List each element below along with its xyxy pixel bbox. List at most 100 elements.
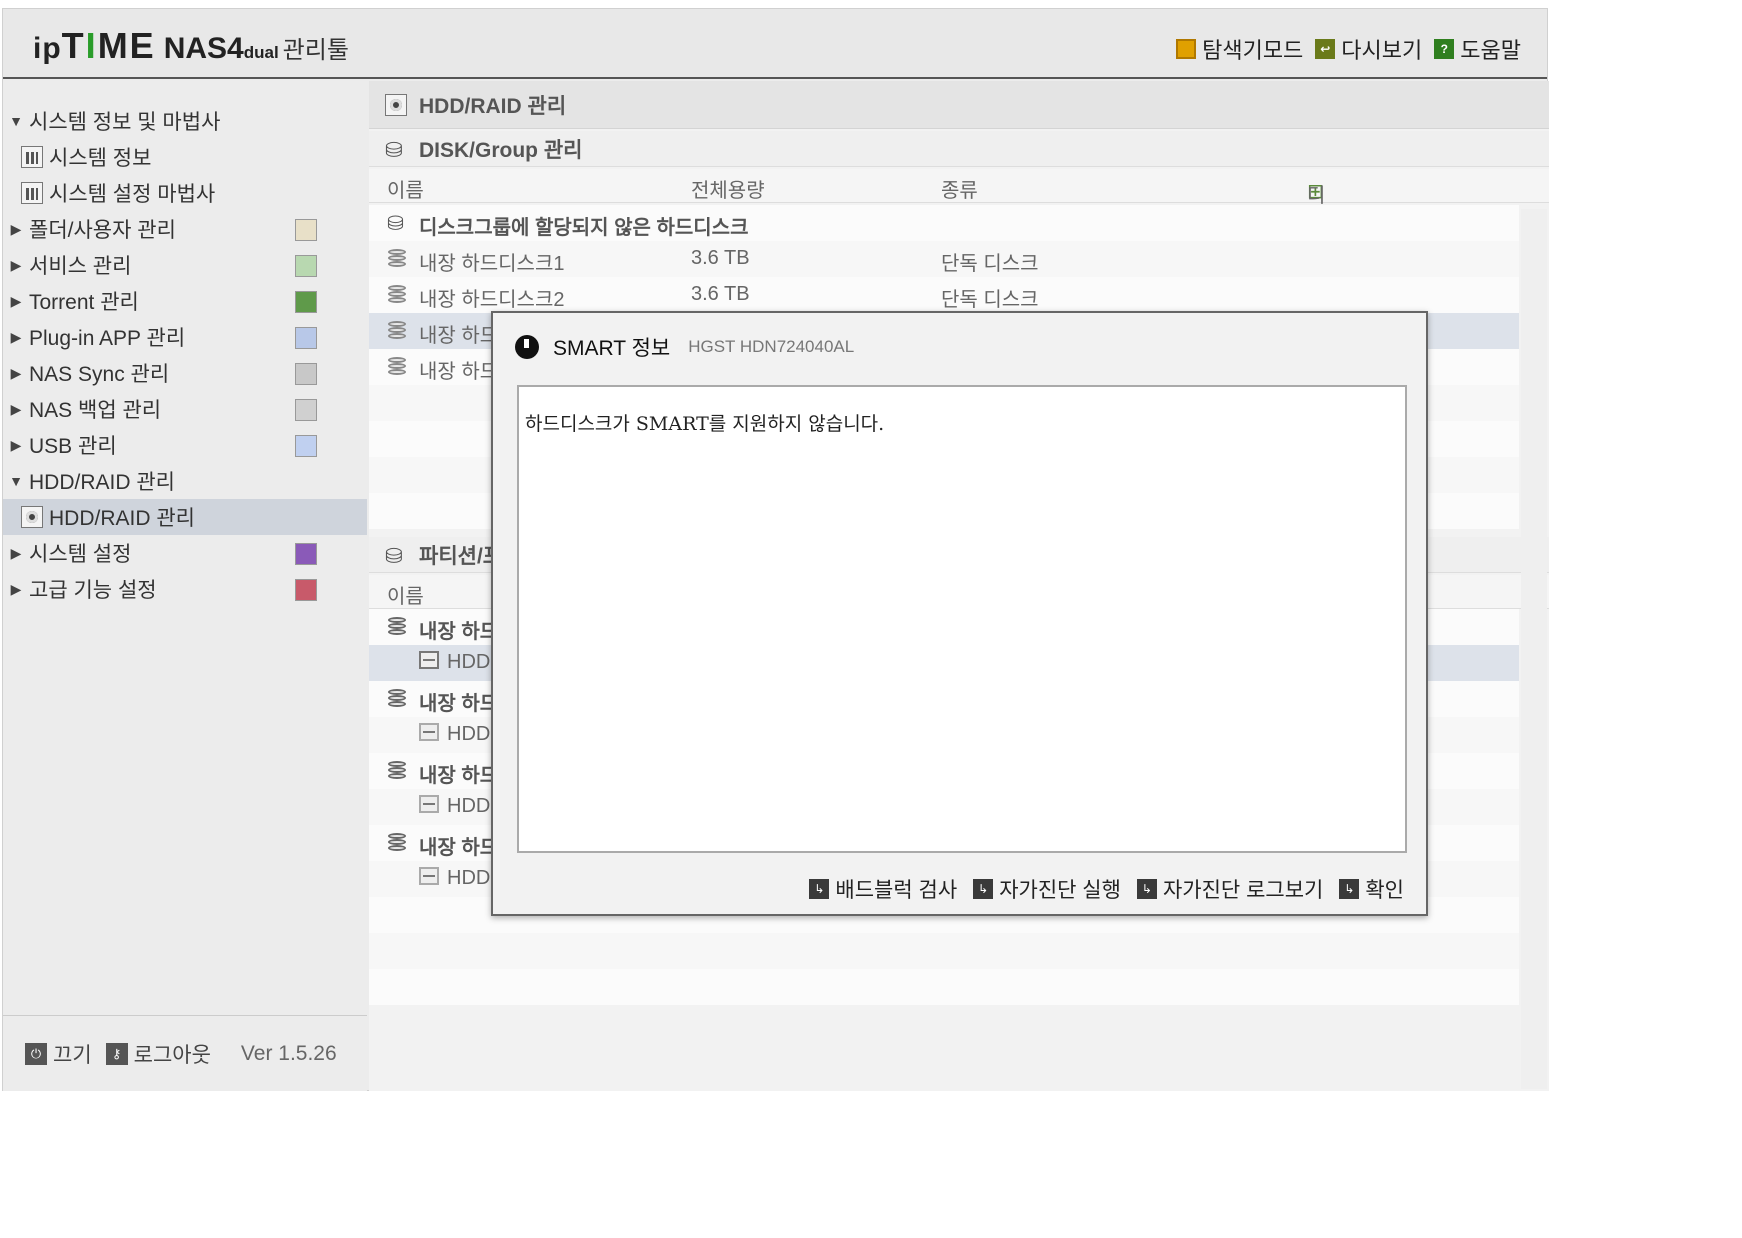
page-title-text: HDD/RAID 관리: [419, 94, 567, 118]
cloud-sync-icon: [295, 363, 317, 385]
caret-right-icon: ▶: [10, 544, 22, 561]
folder-user-icon: [295, 219, 317, 241]
sidebar-item-label: Plug-in APP 관리: [29, 327, 186, 350]
logo-time: TIME: [61, 25, 156, 66]
sidebar-item-label: 서비스 관리: [29, 255, 132, 278]
bad-block-scan-button[interactable]: ↳ 배드블럭 검사: [809, 874, 957, 904]
caret-right-icon: ▶: [10, 400, 22, 417]
empty-row: [369, 933, 1519, 969]
disk-icon: [387, 689, 407, 709]
sidebar-item-label: HDD/RAID 관리: [29, 471, 175, 494]
sidebar-item-system-info[interactable]: 시스템 정보: [3, 139, 367, 175]
service-icon: [295, 255, 317, 277]
help-icon: ?: [1434, 39, 1455, 59]
disk-name: 내장 하드디스크2: [419, 289, 565, 311]
caret-right-icon: ▶: [10, 328, 22, 345]
partition-group-label: 내장 하드: [419, 765, 499, 787]
table-row[interactable]: 내장 하드디스크2 3.6 TB 단독 디스크: [369, 277, 1519, 313]
scrollbar[interactable]: [1521, 209, 1547, 1089]
logo-dual: dual: [243, 43, 279, 62]
disk-icon: [387, 321, 407, 341]
disk-type: 단독 디스크: [941, 289, 1039, 311]
disk-name: 내장 하드: [419, 325, 499, 347]
disk-name: 내장 하드디스크1: [419, 253, 565, 275]
caret-right-icon: ▶: [10, 292, 22, 309]
col-name: 이름: [387, 586, 424, 608]
help-link[interactable]: ? 도움말: [1434, 33, 1521, 65]
sidebar-item-system-settings[interactable]: ▶ 시스템 설정: [3, 535, 367, 571]
disk-icon: [387, 761, 407, 781]
sidebar-item-label: NAS Sync 관리: [29, 363, 170, 386]
dialog-header: SMART 정보 HGST HDN724040AL: [493, 313, 1426, 381]
version-text: Ver 1.5.26: [240, 1041, 337, 1065]
caret-right-icon: ▶: [10, 220, 22, 237]
dialog-content: 하드디스크가 SMART를 지원하지 않습니다.: [517, 385, 1407, 853]
power-off-label: 끄기: [53, 1043, 92, 1067]
help-label: 도움말: [1460, 38, 1521, 63]
sidebar-item-usb[interactable]: ▶ USB 관리: [3, 427, 367, 463]
col-name: 이름: [387, 180, 424, 202]
sidebar-item-nas-sync[interactable]: ▶ NAS Sync 관리: [3, 355, 367, 391]
sidebar-item-label: 고급 기능 설정: [29, 579, 157, 602]
table-row[interactable]: 내장 하드디스크1 3.6 TB 단독 디스크: [369, 241, 1519, 277]
hdd-icon: [419, 651, 439, 669]
smart-info-dialog: SMART 정보 HGST HDN724040AL 하드디스크가 SMART를 …: [491, 311, 1428, 916]
sidebar-item-nas-backup[interactable]: ▶ NAS 백업 관리: [3, 391, 367, 427]
partition-item-label: HDD: [447, 795, 491, 817]
sidebar-item-label: 시스템 정보: [49, 147, 152, 170]
sidebar-item-system-info-wizard[interactable]: ▼ 시스템 정보 및 마법사: [3, 103, 367, 139]
self-test-log-label: 자가진단 로그보기: [1162, 879, 1324, 902]
logo-ip: ip: [33, 32, 62, 65]
self-test-button[interactable]: ↳ 자가진단 실행: [973, 874, 1121, 904]
sidebar-item-label: 시스템 정보 및 마법사: [29, 111, 221, 134]
torrent-icon: [295, 291, 317, 313]
refresh-link[interactable]: ↩ 다시보기: [1315, 33, 1422, 65]
confirm-button[interactable]: ↳ 확인: [1339, 874, 1404, 904]
partition-item-label: HDD: [447, 867, 491, 889]
sidebar-item-advanced[interactable]: ▶ 고급 기능 설정: [3, 571, 367, 607]
sidebar-item-folder-user[interactable]: ▶ 폴더/사용자 관리: [3, 211, 367, 247]
gear-icon: [295, 543, 317, 565]
partition-group-label: 내장 하드: [419, 693, 499, 715]
sidebar-item-label: USB 관리: [29, 435, 117, 458]
logo-tool: 관리툴: [282, 37, 349, 64]
chart-icon: [21, 182, 43, 204]
confirm-label: 확인: [1365, 879, 1404, 902]
usb-icon: [295, 435, 317, 457]
sidebar-item-hdd-raid[interactable]: HDD/RAID 관리: [3, 499, 367, 535]
self-test-log-button[interactable]: ↳ 자가진단 로그보기: [1136, 874, 1324, 904]
dialog-title: SMART 정보: [553, 337, 671, 360]
iptime-logo: ip TIME NAS4 dual 관리툴: [33, 25, 349, 66]
disk-table-header: 이름 전체용량 종류 ⊞디스크그룹 생성: [369, 169, 1549, 381]
disk-icon: [387, 833, 407, 853]
refresh-label: 다시보기: [1341, 38, 1423, 63]
partition-item-label: HDD: [447, 651, 491, 673]
sidebar-item-label: 시스템 설정 마법사: [49, 183, 216, 206]
sidebar-item-hdd-raid-group[interactable]: ▼ HDD/RAID 관리: [3, 463, 367, 499]
unassigned-disks-row[interactable]: ⛁ 디스크그룹에 할당되지 않은 하드디스크: [369, 205, 1519, 241]
disk-model: HGST HDN724040AL: [688, 337, 855, 356]
arrow-icon: ↳: [973, 879, 994, 899]
sidebar-item-service[interactable]: ▶ 서비스 관리: [3, 247, 367, 283]
explorer-mode-link[interactable]: 탐색기모드: [1176, 33, 1303, 65]
partition-item-label: HDD: [447, 723, 491, 745]
col-type: 종류: [941, 180, 978, 202]
self-test-label: 자가진단 실행: [999, 879, 1121, 902]
empty-row: [369, 969, 1519, 1005]
chart-icon: [21, 146, 43, 168]
sidebar-item-torrent[interactable]: ▶ Torrent 관리: [3, 283, 367, 319]
col-capacity: 전체용량: [691, 180, 765, 202]
partition-icon: ⛁: [385, 544, 403, 568]
partition-title-text: 파티션/포: [419, 544, 503, 568]
sidebar-item-setup-wizard[interactable]: 시스템 설정 마법사: [3, 175, 367, 211]
advanced-gear-icon: [295, 579, 317, 601]
sidebar-item-label: HDD/RAID 관리: [49, 507, 195, 530]
logout-button[interactable]: ⚷ 로그아웃: [105, 1039, 211, 1069]
hdd-icon: [419, 795, 439, 813]
sidebar-item-plugin-app[interactable]: ▶ Plug-in APP 관리: [3, 319, 367, 355]
info-icon: [515, 335, 539, 359]
power-off-button[interactable]: ⏻ 끄기: [25, 1039, 92, 1069]
logout-label: 로그아웃: [133, 1043, 211, 1067]
bad-block-scan-label: 배드블럭 검사: [835, 879, 958, 902]
partition-group-label: 내장 하드: [419, 837, 499, 859]
